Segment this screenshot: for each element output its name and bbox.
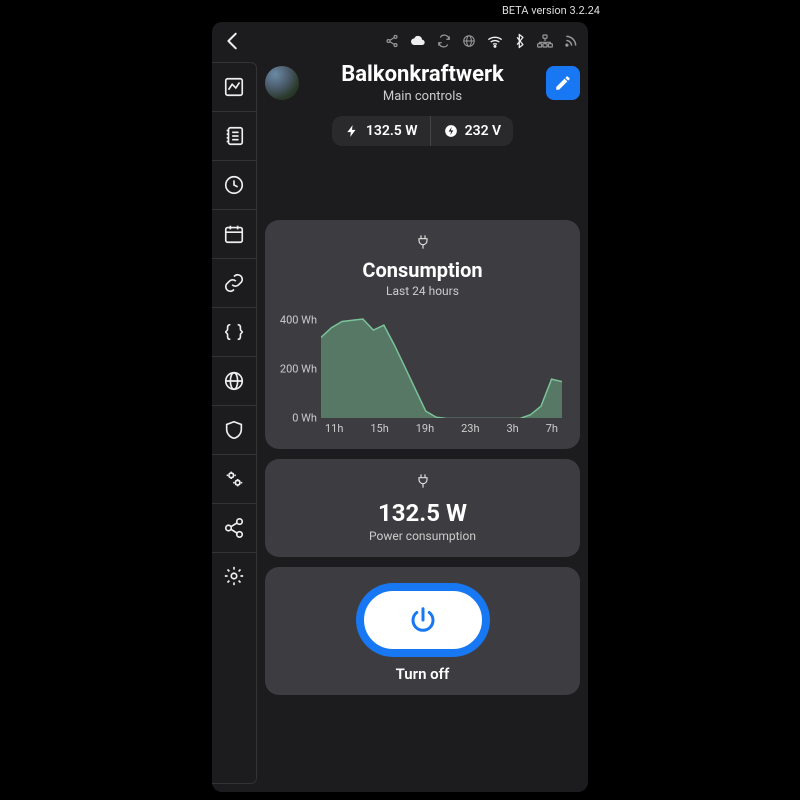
bolt-icon xyxy=(344,123,360,139)
power-consumption-value: 132.5 W xyxy=(378,499,467,527)
power-toggle-button[interactable] xyxy=(358,585,488,655)
top-bar xyxy=(212,22,588,56)
plug-icon xyxy=(415,234,431,254)
cloud-icon[interactable] xyxy=(410,34,426,48)
edit-button[interactable] xyxy=(546,66,580,100)
device-frame: Balkonkraftwerk Main controls 132.5 W xyxy=(212,22,588,792)
consumption-subtitle: Last 24 hours xyxy=(386,284,459,298)
network-icon[interactable] xyxy=(537,34,553,48)
voltage-chip[interactable]: 232 V xyxy=(430,116,514,146)
sidebar-item-log[interactable] xyxy=(212,112,256,161)
sidebar-item-json[interactable] xyxy=(212,308,256,357)
status-chips: 132.5 W 232 V xyxy=(265,116,580,146)
power-value: 132.5 W xyxy=(366,123,418,139)
wifi-icon[interactable] xyxy=(487,34,503,48)
power-chip[interactable]: 132.5 W xyxy=(332,116,430,146)
x-tick-label: 23h xyxy=(461,422,479,435)
sidebar-item-clock[interactable] xyxy=(212,161,256,210)
sidebar-item-link[interactable] xyxy=(212,259,256,308)
sidebar-item-actions[interactable] xyxy=(212,455,256,504)
voltage-icon xyxy=(443,123,459,139)
bluetooth-icon[interactable] xyxy=(514,33,526,49)
sidebar-item-settings[interactable] xyxy=(212,553,256,783)
voltage-value: 232 V xyxy=(465,123,502,139)
sidebar xyxy=(212,62,257,784)
consumption-card[interactable]: Consumption Last 24 hours 0 Wh 200 Wh 400 … xyxy=(265,220,580,449)
power-card[interactable]: 132.5 W Power consumption xyxy=(265,459,580,557)
x-tick-label: 19h xyxy=(416,422,434,435)
sidebar-item-web[interactable] xyxy=(212,357,256,406)
x-tick-label: 11h xyxy=(325,422,343,435)
rss-icon[interactable] xyxy=(564,34,578,48)
consumption-title: Consumption xyxy=(362,258,482,282)
consumption-chart: 0 Wh200 Wh400 Wh 11h15h19h23h3h7h xyxy=(277,308,568,435)
x-tick-label: 3h xyxy=(507,422,519,435)
version-label: BETA version 3.2.24 xyxy=(502,4,600,17)
x-tick-label: 15h xyxy=(370,422,388,435)
device-avatar xyxy=(265,66,299,100)
sidebar-item-security[interactable] xyxy=(212,406,256,455)
sidebar-item-share[interactable] xyxy=(212,504,256,553)
back-button[interactable] xyxy=(222,30,244,52)
sidebar-item-chart[interactable] xyxy=(212,63,256,112)
refresh-icon[interactable] xyxy=(437,34,451,48)
share-icon[interactable] xyxy=(385,34,399,48)
globe-icon[interactable] xyxy=(462,34,476,48)
y-tick-label: 200 Wh xyxy=(273,363,317,376)
turn-off-card: Turn off xyxy=(265,567,580,695)
power-consumption-label: Power consumption xyxy=(369,529,476,543)
y-tick-label: 400 Wh xyxy=(273,314,317,327)
y-tick-label: 0 Wh xyxy=(273,412,317,425)
turn-off-label: Turn off xyxy=(396,665,450,683)
plug-icon xyxy=(415,473,431,493)
page-subtitle: Main controls xyxy=(307,89,538,104)
sidebar-item-calendar[interactable] xyxy=(212,210,256,259)
page-title: Balkonkraftwerk xyxy=(307,62,538,87)
x-tick-label: 7h xyxy=(546,422,558,435)
